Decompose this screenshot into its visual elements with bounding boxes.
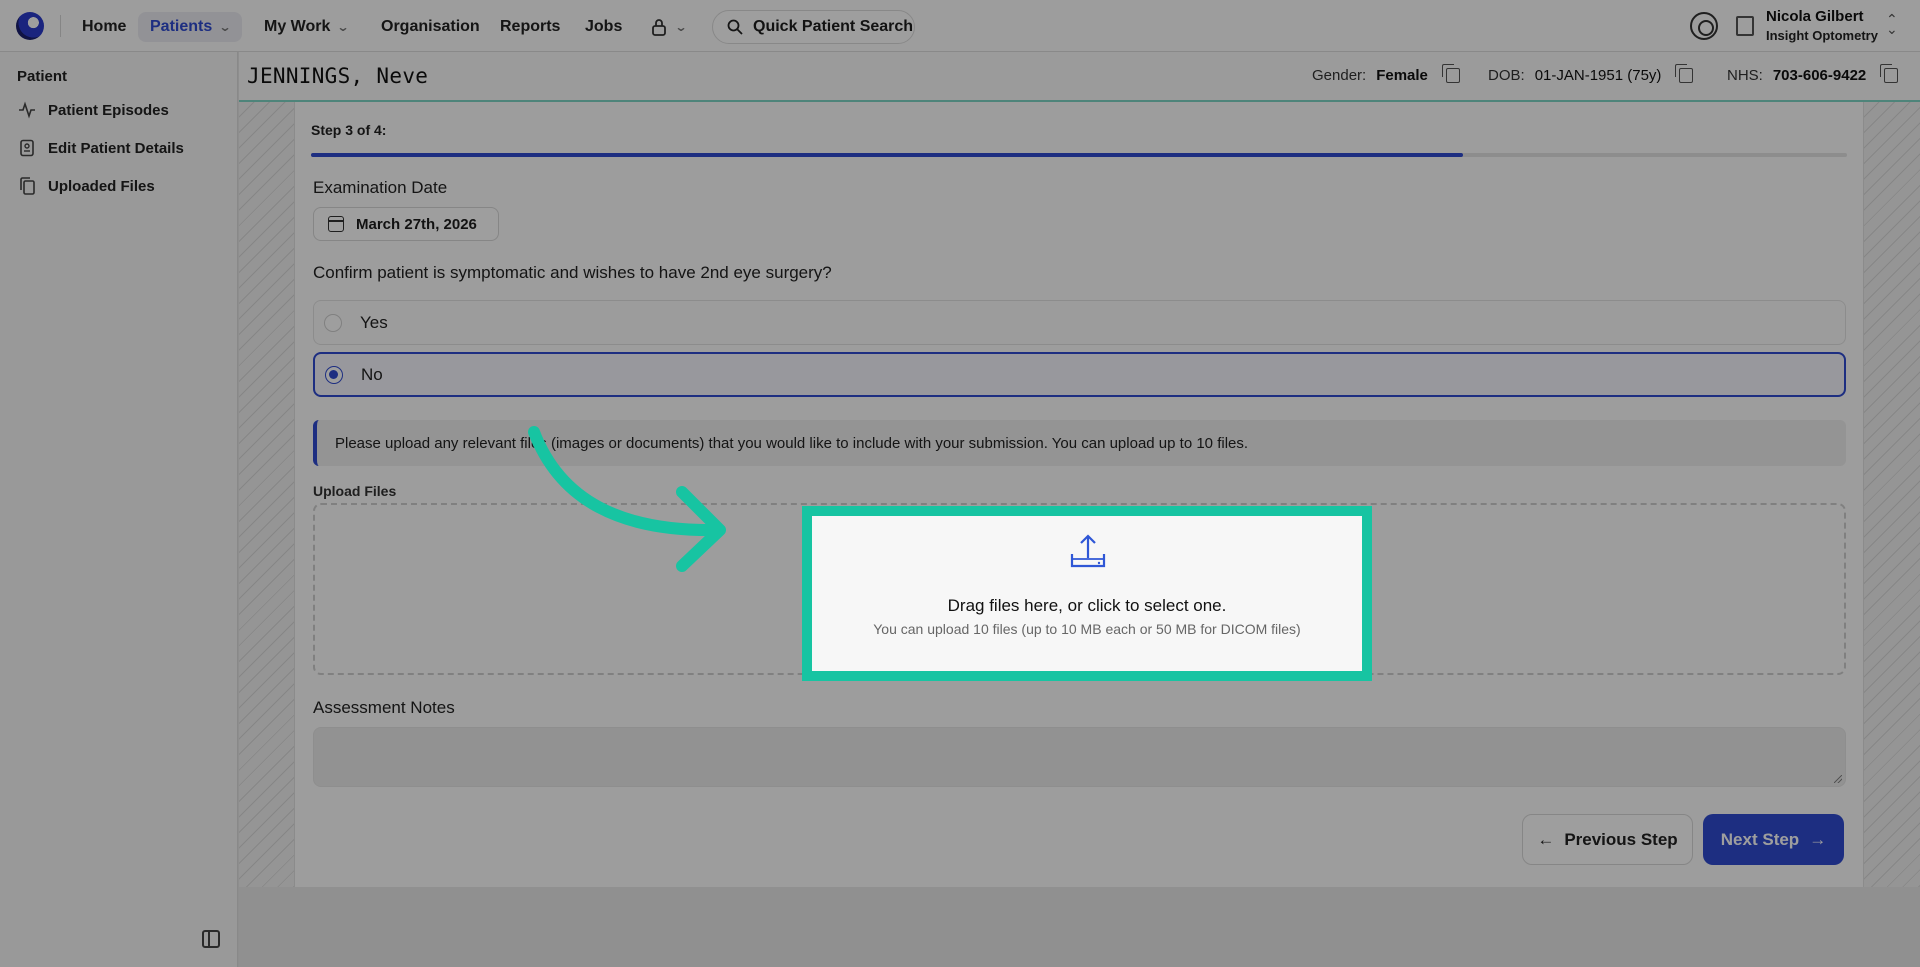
background-pattern (239, 102, 294, 887)
option-no[interactable]: No (313, 352, 1846, 397)
search-label: Quick Patient Search (753, 18, 914, 35)
patient-gender: Gender: Female (1312, 64, 1460, 84)
examination-date-picker[interactable]: March 27th, 2026 (313, 207, 499, 241)
patient-dob: DOB: 01-JAN-1951 (75y) (1488, 64, 1694, 84)
files-icon (18, 177, 36, 195)
upload-files-label: Upload Files (313, 483, 397, 499)
activity-icon (18, 101, 36, 119)
nav-lock-menu[interactable]: ⌄ (638, 12, 698, 42)
dropzone-highlight[interactable]: Drag files here, or click to select one.… (802, 506, 1372, 681)
nav-organisation-label: Organisation (381, 18, 480, 35)
resize-handle-icon[interactable] (1834, 775, 1842, 783)
upload-info-callout: Please upload any relevant files (images… (313, 420, 1846, 466)
chevron-down-icon: ⌄ (336, 20, 350, 34)
nav-patients-label: Patients (150, 18, 213, 35)
search-icon (727, 19, 743, 35)
background-pattern (1864, 102, 1920, 887)
assessment-notes-input[interactable] (313, 727, 1846, 787)
gender-label: Gender: (1312, 67, 1367, 84)
copy-icon[interactable] (1675, 64, 1694, 83)
chevron-updown-icon[interactable]: ⌃ ⌄ (1886, 12, 1898, 36)
organisation-icon (1736, 16, 1754, 36)
calendar-icon (328, 216, 344, 232)
nav-my-work[interactable]: My Work ⌄ (252, 12, 360, 42)
upload-info-text: Please upload any relevant files (images… (335, 434, 1249, 452)
chevron-down-icon: ⌄ (218, 20, 232, 34)
help-icon[interactable] (1690, 12, 1718, 40)
sidebar-item-label: Edit Patient Details (48, 139, 184, 157)
arrow-left-icon: ← (1537, 829, 1555, 849)
patient-header: JENNINGS, Neve Gender: Female DOB: 01-JA… (239, 52, 1920, 102)
upload-icon (1070, 534, 1106, 568)
radio-button[interactable] (324, 313, 342, 332)
option-label: No (361, 364, 383, 384)
sidebar-item-label: Patient Episodes (48, 101, 169, 119)
next-step-label: Next Step (1720, 829, 1800, 849)
progress-fill (311, 153, 1463, 157)
divider (60, 15, 61, 37)
user-organisation[interactable]: Insight Optometry (1766, 28, 1878, 43)
dob-value: 01-JAN-1951 (75y) (1534, 67, 1662, 84)
nav-my-work-label: My Work (264, 18, 331, 35)
copy-icon[interactable] (1880, 64, 1899, 83)
copy-icon[interactable] (1441, 64, 1460, 83)
sidebar-toggle-icon[interactable] (202, 930, 220, 948)
patient-name: JENNINGS, Neve (247, 64, 429, 88)
dropzone-title: Drag files here, or click to select one. (947, 596, 1227, 615)
chevron-down-icon: ⌄ (674, 20, 688, 34)
nav-home-label: Home (82, 18, 127, 35)
next-step-button[interactable]: Next Step → (1703, 814, 1844, 865)
progress-bar (311, 153, 1847, 157)
lock-icon (652, 19, 666, 36)
sidebar-item-edit-patient-details[interactable]: Edit Patient Details (18, 136, 184, 160)
radio-button-selected[interactable] (325, 365, 343, 384)
examination-date-label: Examination Date (313, 178, 448, 197)
previous-step-label: Previous Step (1564, 829, 1678, 849)
nav-reports-label: Reports (500, 18, 561, 35)
nhs-value: 703-606-9422 (1772, 67, 1867, 84)
sidebar-item-label: Uploaded Files (48, 177, 155, 195)
previous-step-button[interactable]: ← Previous Step (1522, 814, 1693, 865)
nav-reports[interactable]: Reports (488, 12, 572, 42)
top-navigation: Home Patients ⌄ My Work ⌄ Organisation R… (0, 0, 1920, 52)
surgery-question: Confirm patient is symptomatic and wishe… (313, 263, 832, 282)
gender-value: Female (1376, 67, 1428, 84)
assessment-notes-label: Assessment Notes (313, 698, 455, 717)
step-indicator: Step 3 of 4: (311, 122, 387, 138)
option-yes[interactable]: Yes (313, 300, 1846, 345)
arrow-right-icon: → (1809, 829, 1827, 849)
sidebar: Patient Patient Episodes Edit Patient De… (0, 52, 238, 967)
app-logo[interactable] (16, 12, 44, 40)
footer-area (239, 887, 1920, 967)
quick-patient-search[interactable]: Quick Patient Search (712, 10, 915, 44)
nav-home[interactable]: Home (70, 12, 138, 42)
nav-jobs[interactable]: Jobs (573, 12, 634, 42)
nav-patients[interactable]: Patients ⌄ (138, 12, 243, 42)
sidebar-item-patient-episodes[interactable]: Patient Episodes (18, 98, 169, 122)
user-name[interactable]: Nicola Gilbert (1766, 8, 1864, 25)
option-label: Yes (360, 312, 388, 332)
nav-organisation[interactable]: Organisation (369, 12, 492, 42)
sidebar-title: Patient (17, 68, 68, 85)
nhs-label: NHS: (1727, 67, 1763, 84)
examination-date-value: March 27th, 2026 (356, 215, 477, 233)
dob-label: DOB: (1488, 67, 1525, 84)
id-card-icon (18, 139, 36, 157)
patient-nhs: NHS: 703-606-9422 (1727, 64, 1899, 84)
sidebar-item-uploaded-files[interactable]: Uploaded Files (18, 174, 155, 198)
nav-jobs-label: Jobs (585, 18, 623, 35)
dropzone-subtitle: You can upload 10 files (up to 10 MB eac… (873, 621, 1301, 637)
